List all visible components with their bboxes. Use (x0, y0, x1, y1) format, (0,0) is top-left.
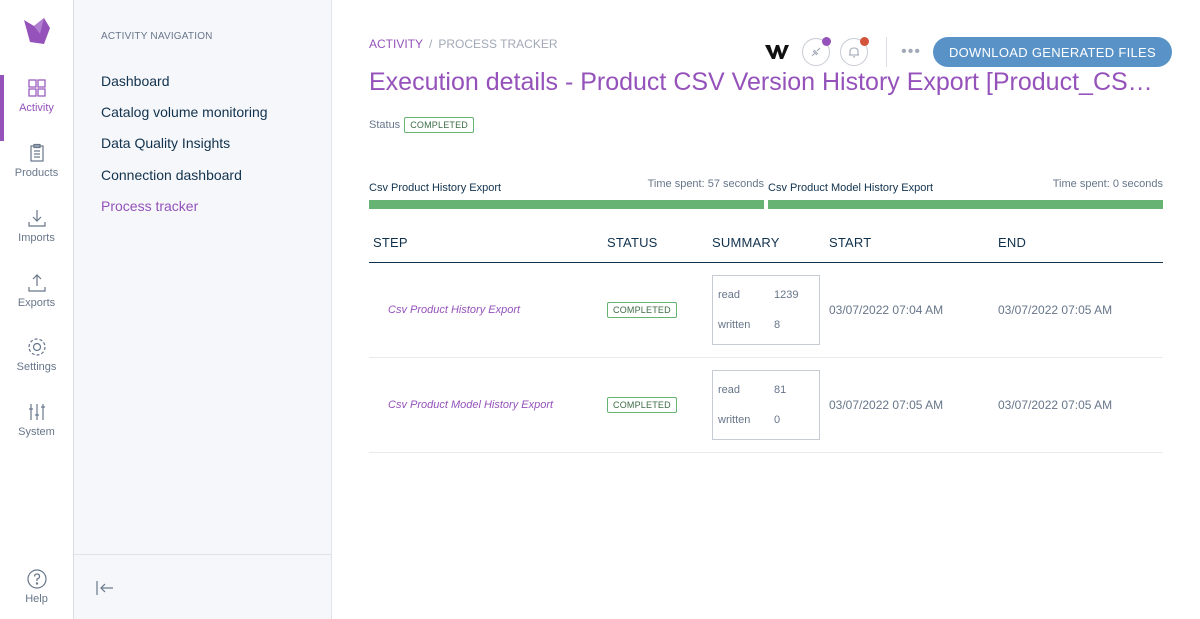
plug-icon (811, 47, 821, 57)
progress-step-1-label: Csv Product History Export (369, 182, 502, 194)
step-name: Csv Product History Export (369, 262, 603, 358)
column-header-step: STEP (369, 226, 603, 263)
subnav-item-catalog-volume-monitoring[interactable]: Catalog volume monitoring (101, 104, 268, 120)
summary-key: written (718, 414, 751, 426)
breadcrumb-activity[interactable]: ACTIVITY (369, 37, 423, 51)
progress-step-2-bar (768, 200, 1163, 209)
menu-item-settings[interactable]: Settings (0, 336, 73, 400)
step-summary: read 1239 written 8 (712, 275, 820, 345)
summary-row-written: written 8 (718, 310, 814, 340)
step-summary-cell: read 81 written 0 (708, 357, 825, 453)
subnav-item-connection-dashboard[interactable]: Connection dashboard (101, 167, 242, 183)
menu-item-imports[interactable]: Imports (0, 207, 73, 271)
brand-logo-icon (765, 45, 790, 59)
summary-key: written (718, 319, 751, 331)
summary-value: 0 (774, 414, 781, 426)
step-status-cell: COMPLETED (603, 262, 708, 358)
status-badge: COMPLETED (404, 117, 474, 133)
imports-icon (27, 210, 46, 227)
integrations-button[interactable] (802, 37, 832, 66)
progress-step-2: Csv Product Model History Export Time sp… (768, 178, 1163, 209)
subnav-title: ACTIVITY NAVIGATION (101, 31, 213, 42)
summary-value: 81 (774, 384, 787, 396)
menu-label-system: System (18, 426, 55, 438)
subnav-item-process-tracker[interactable]: Process tracker (101, 198, 198, 214)
summary-row-read: read 1239 (718, 280, 814, 310)
help-icon (26, 569, 47, 589)
akeneo-logo-icon[interactable] (20, 14, 54, 48)
products-icon (29, 143, 44, 162)
summary-row-written: written 0 (718, 405, 814, 435)
table-row: Csv Product Model History Export COMPLET… (369, 357, 1163, 453)
menu-item-help[interactable]: Help (0, 568, 73, 619)
progress-step-1-time: Time spent: 57 seconds (647, 178, 764, 190)
column-header-status: STATUS (603, 226, 708, 263)
menu-label-products: Products (14, 167, 59, 179)
header-divider (886, 37, 888, 67)
breadcrumb-process-tracker: PROCESS TRACKER (438, 37, 558, 51)
notifications-badge (860, 37, 870, 46)
exports-icon (27, 274, 46, 292)
menu-item-activity[interactable]: Activity (0, 75, 73, 141)
page-title: Execution details - Product CSV Version … (369, 68, 1169, 96)
step-end: 03/07/2022 07:05 AM (994, 262, 1163, 358)
header-actions: ••• DOWNLOAD GENERATED FILES (764, 36, 1172, 68)
step-start: 03/07/2022 07:05 AM (825, 357, 994, 453)
breadcrumb-separator: / (429, 37, 433, 51)
subnav-footer (74, 554, 331, 619)
table-row: Csv Product History Export COMPLETED rea… (369, 262, 1163, 358)
step-start: 03/07/2022 07:04 AM (825, 262, 994, 358)
menu-label-activity: Activity (19, 102, 54, 114)
summary-value: 8 (774, 319, 781, 331)
main-menu: Activity Products Imports Exports Settin… (0, 0, 74, 619)
main-content: ACTIVITY / PROCESS TRACKER ••• DOWNLOAD GE… (332, 0, 1200, 619)
summary-key: read (718, 289, 741, 301)
steps-table: STEP STATUS SUMMARY START END Csv Produc… (369, 226, 1163, 453)
summary-key: read (718, 384, 741, 396)
menu-item-products[interactable]: Products (0, 142, 73, 206)
step-summary-cell: read 1239 written 8 (708, 262, 825, 358)
menu-label-imports: Imports (18, 232, 55, 244)
step-summary: read 81 written 0 (712, 370, 820, 440)
step-end: 03/07/2022 07:05 AM (994, 357, 1163, 453)
step-status-cell: COMPLETED (603, 357, 708, 453)
settings-icon (27, 338, 46, 356)
progress-step-2-time: Time spent: 0 seconds (1052, 178, 1163, 190)
menu-item-system[interactable]: System (0, 401, 73, 465)
progress-step-2-fill (768, 200, 1163, 209)
menu-item-exports[interactable]: Exports (0, 272, 73, 336)
progress-step-1-fill (369, 200, 764, 209)
more-actions-button[interactable]: ••• (901, 43, 921, 61)
column-header-summary: SUMMARY (708, 226, 825, 263)
activity-navigation: ACTIVITY NAVIGATION Dashboard Catalog vo… (74, 0, 332, 619)
summary-row-read: read 81 (718, 375, 814, 405)
menu-label-settings: Settings (16, 361, 57, 373)
menu-label-help: Help (25, 593, 48, 605)
column-header-start: START (825, 226, 994, 263)
download-generated-files-button[interactable]: DOWNLOAD GENERATED FILES (932, 37, 1172, 67)
subnav-item-dashboard[interactable]: Dashboard (101, 73, 170, 89)
step-status-badge: COMPLETED (607, 397, 677, 413)
execution-status: Status COMPLETED (369, 117, 474, 133)
summary-value: 1239 (774, 289, 799, 301)
table-header-row: STEP STATUS SUMMARY START END (369, 226, 1163, 263)
bell-icon (849, 47, 860, 58)
step-status-badge: COMPLETED (607, 302, 677, 318)
status-label: Status (369, 119, 401, 131)
step-name: Csv Product Model History Export (369, 357, 603, 453)
progress-step-1-bar (369, 200, 764, 209)
column-header-end: END (994, 226, 1163, 263)
subnav-item-data-quality-insights[interactable]: Data Quality Insights (101, 135, 230, 151)
app: Activity Products Imports Exports Settin… (0, 0, 1200, 619)
breadcrumb: ACTIVITY / PROCESS TRACKER (369, 37, 558, 51)
progress-step-1: Csv Product History Export Time spent: 5… (369, 178, 764, 209)
notifications-button[interactable] (840, 37, 870, 66)
integrations-badge (822, 37, 832, 46)
activity-icon (27, 79, 46, 97)
menu-label-exports: Exports (17, 297, 56, 309)
collapse-panel-icon[interactable] (94, 577, 116, 599)
progress-step-2-label: Csv Product Model History Export (768, 182, 934, 194)
system-icon (28, 404, 45, 420)
